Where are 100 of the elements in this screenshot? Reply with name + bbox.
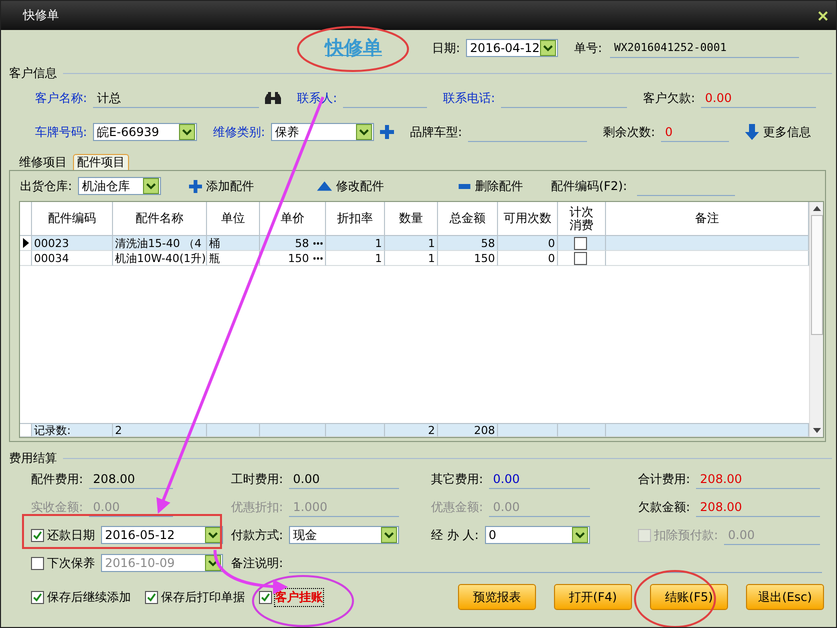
checkbox[interactable]: [574, 236, 586, 250]
delete-part-button[interactable]: 删除配件: [458, 178, 524, 194]
date-dropdown[interactable]: 2016-04-12: [466, 39, 558, 57]
table-row[interactable]: 00034 机油10W-40(1升) 瓶 150 1 1 150 0: [20, 251, 809, 266]
table-cell: 1: [326, 251, 385, 266]
action-button[interactable]: 退出(Esc): [746, 584, 824, 610]
column-header[interactable]: 可用次数: [498, 202, 558, 236]
plus-icon: [189, 180, 202, 192]
table-cell: [207, 423, 260, 437]
dropdown[interactable]: 2016-05-12: [101, 526, 223, 544]
field-label: 日期:: [432, 40, 460, 56]
field-label: 工时费用:: [231, 470, 284, 488]
field-label: 备注说明:: [231, 554, 284, 572]
table-cell: 0: [498, 251, 558, 266]
field-label: 配件编码(F2):: [551, 178, 627, 194]
edit-part-button[interactable]: 修改配件: [317, 178, 384, 194]
more-info-link[interactable]: 更多信息: [745, 124, 811, 140]
dropdown[interactable]: 现金: [289, 526, 399, 544]
column-header[interactable]: 计次消费: [558, 202, 606, 236]
dropdown[interactable]: 保养: [271, 123, 374, 141]
field-label: 单号:: [574, 40, 602, 56]
table-cell: 机油10W-40(1升): [113, 251, 207, 266]
tab[interactable]: 维修项目: [15, 154, 71, 170]
field-label: 经 办 人:: [431, 526, 479, 544]
field-label: 车牌号码:: [35, 124, 88, 140]
field-label: 维修类别:: [213, 124, 266, 140]
table-cell: 58: [260, 236, 326, 251]
field-label: 优惠金额:: [431, 498, 484, 516]
checkbox[interactable]: [574, 252, 586, 264]
table-cell: [498, 423, 558, 437]
checkbox-label[interactable]: 保存后打印单据: [161, 588, 245, 606]
field-label: 其它费用:: [431, 470, 484, 488]
text-field[interactable]: 0.00: [489, 470, 590, 488]
table-cell: [558, 423, 606, 437]
column-header[interactable]: 配件名称: [113, 202, 207, 236]
checkbox[interactable]: [145, 590, 158, 604]
dropdown[interactable]: 0: [484, 526, 590, 544]
column-header[interactable]: 折扣率: [326, 202, 385, 236]
field-label: 实收金额:: [31, 498, 84, 516]
text-field[interactable]: 0: [661, 122, 729, 142]
tab[interactable]: 配件项目: [73, 154, 129, 170]
binoculars-icon[interactable]: [265, 91, 281, 105]
field-label: 联系人:: [297, 90, 338, 106]
table-cell: [326, 423, 385, 437]
close-icon[interactable]: [818, 10, 828, 20]
ellipsis-icon[interactable]: [313, 242, 323, 244]
table-cell: 瓶: [207, 251, 260, 266]
warehouse-dropdown[interactable]: 机油仓库: [78, 177, 162, 195]
checkbox[interactable]: [259, 590, 272, 604]
checkbox[interactable]: [31, 590, 44, 604]
order-number-field[interactable]: WX2016041252-0001: [610, 38, 800, 58]
ellipsis-icon[interactable]: [313, 256, 323, 260]
table-cell: [260, 423, 326, 437]
field-label: 客户名称:: [35, 90, 88, 106]
text-field[interactable]: 0.00: [701, 88, 816, 108]
field-label: 欠款金额:: [638, 498, 690, 516]
field-label: 剩余次数:: [603, 124, 656, 140]
text-field[interactable]: 208.00: [696, 470, 820, 488]
text-field[interactable]: 0.00: [289, 470, 399, 488]
action-button[interactable]: 打开(F4): [554, 584, 632, 610]
scroll-up-icon[interactable]: [812, 206, 820, 211]
table-cell: 208: [438, 423, 498, 437]
field-label: 付款方式:: [231, 526, 284, 544]
record-count-label: 记录数:: [32, 423, 113, 437]
text-field[interactable]: 计总: [93, 88, 259, 108]
column-header[interactable]: 单价: [260, 202, 326, 236]
column-header[interactable]: 单位: [207, 202, 260, 236]
checkbox-label[interactable]: 客户挂账: [275, 588, 323, 606]
field-label: 品牌车型:: [410, 124, 462, 140]
section-title: 客户信息: [9, 64, 57, 82]
table-row[interactable]: 00023 清洗油15-40 （4 桶 58 1 1 58 0: [20, 236, 809, 251]
dropdown[interactable]: 皖E-66939: [93, 123, 197, 141]
column-header[interactable]: 数量: [385, 202, 438, 236]
field-label: 联系电话:: [443, 90, 496, 106]
checkbox-label[interactable]: 保存后继续添加: [47, 588, 131, 606]
text-field[interactable]: 208.00: [89, 470, 173, 488]
scrollbar[interactable]: [809, 202, 823, 437]
table-cell: 150: [260, 251, 326, 266]
add-part-button[interactable]: 添加配件: [189, 178, 254, 194]
table-cell: 2: [113, 423, 207, 437]
action-button[interactable]: 结账(F5): [650, 584, 728, 610]
field-label: 优惠折扣:: [231, 498, 284, 516]
column-header[interactable]: 配件编码: [32, 202, 113, 236]
form-title: 快修单: [325, 36, 382, 61]
table-cell: 2: [385, 423, 438, 437]
table-cell: 00034: [32, 251, 113, 266]
checkbox-label[interactable]: 还款日期: [47, 526, 95, 544]
plus-icon[interactable]: [380, 125, 394, 139]
text-field[interactable]: 208.00: [696, 498, 820, 516]
minus-icon: [458, 184, 472, 188]
down-arrow-icon: [745, 124, 759, 140]
action-button[interactable]: 预览报表: [458, 584, 536, 610]
checkbox[interactable]: [31, 528, 44, 542]
scroll-down-icon[interactable]: [812, 428, 820, 433]
column-header[interactable]: 总金额: [438, 202, 498, 236]
table-cell: 清洗油15-40 （4: [113, 236, 207, 251]
field-label: 合计费用:: [638, 470, 690, 488]
table-cell: 1: [385, 251, 438, 266]
table-cell: 桶: [207, 236, 260, 251]
column-header[interactable]: 备注: [606, 202, 809, 236]
